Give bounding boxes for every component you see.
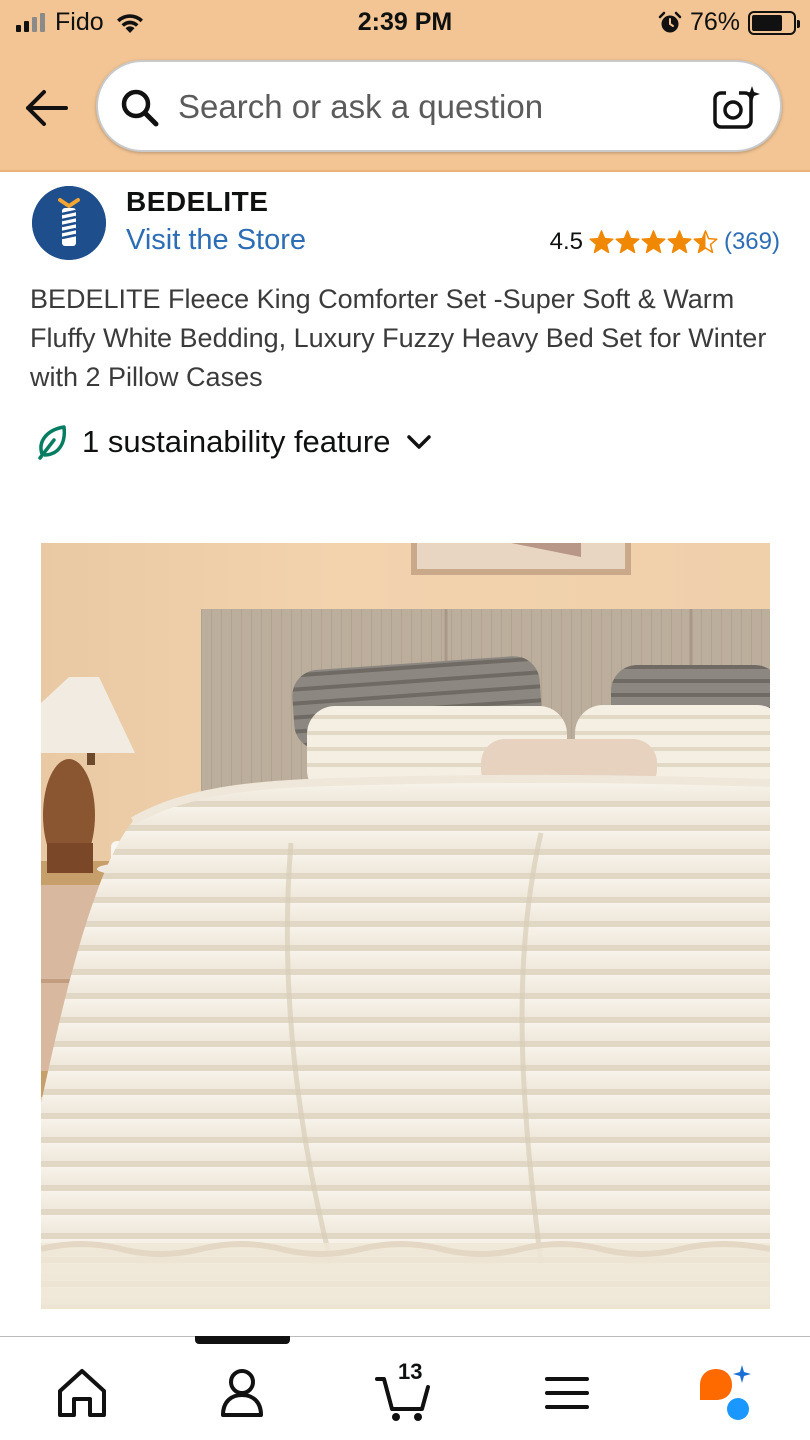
rating-summary[interactable]: 4.5 (369) [550,228,780,256]
search-bar[interactable] [96,60,782,152]
product-title: BEDELITE Fleece King Comforter Set -Supe… [30,284,767,392]
cart-button[interactable]: 13 [374,1359,434,1423]
search-icon [121,89,159,127]
active-tab-indicator [195,1336,290,1344]
account-icon[interactable] [212,1363,272,1423]
visit-store-link[interactable]: Visit the Store [126,224,306,257]
product-image[interactable] [41,543,770,1309]
rating-count[interactable]: (369) [724,228,780,256]
camera-search-icon[interactable] [712,84,760,132]
battery-fill [752,14,783,31]
back-arrow-icon[interactable] [22,86,70,130]
menu-icon[interactable] [537,1363,597,1423]
brand-logo-mark [32,186,106,260]
rating-value: 4.5 [549,228,583,255]
search-input[interactable] [178,80,698,134]
bottom-nav: 13 [0,1336,810,1440]
status-right: 76% [658,8,800,37]
brand-name: BEDELITE [126,186,269,217]
cart-count: 13 [398,1359,423,1384]
brand-logo[interactable] [32,186,106,260]
rufus-icon[interactable] [694,1363,754,1423]
star-full-icon [589,229,614,253]
star-full-icon [641,229,666,253]
product-photo [41,543,770,1309]
sustainability-label: 1 sustainability feature [82,424,391,459]
leaf-icon [38,425,67,460]
star-full-icon [667,229,692,253]
star-full-icon [615,229,640,253]
status-bar: Fido 2:39 PM 76% [0,0,810,44]
battery-percent: 76% [689,8,740,36]
alarm-icon [658,11,682,32]
sustainability-toggle[interactable]: 1 sustainability feature [36,424,432,460]
home-icon[interactable] [52,1363,112,1423]
star-half-icon [693,229,718,253]
battery-icon [748,10,800,35]
rating-stars [589,229,718,255]
chevron-down-icon [407,435,432,449]
